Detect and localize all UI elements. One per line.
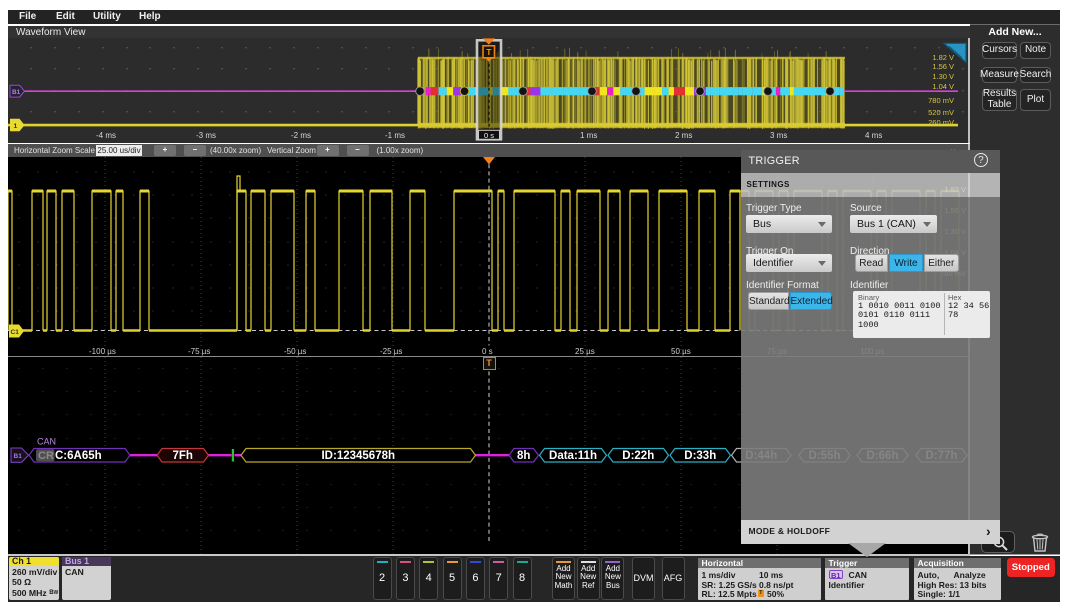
svg-text:T: T [486, 47, 492, 57]
svg-text:8h: 8h [517, 450, 530, 462]
svg-text:Data:11h: Data:11h [549, 450, 597, 462]
svg-text:B1: B1 [14, 453, 23, 460]
svg-text:ID:12345678h: ID:12345678h [321, 450, 395, 462]
svg-text:D:33h: D:33h [684, 450, 716, 462]
svg-text:CR: CR [38, 450, 54, 462]
svg-text:1: 1 [14, 123, 18, 130]
svg-text:C1: C1 [11, 329, 20, 336]
svg-text:B1: B1 [12, 89, 21, 96]
svg-text:7Fh: 7Fh [173, 450, 193, 462]
svg-text:C:6A65h: C:6A65h [55, 450, 102, 462]
svg-text:D:22h: D:22h [622, 450, 654, 462]
svg-text:0 s: 0 s [484, 131, 494, 140]
svg-text:CAN: CAN [37, 436, 56, 446]
